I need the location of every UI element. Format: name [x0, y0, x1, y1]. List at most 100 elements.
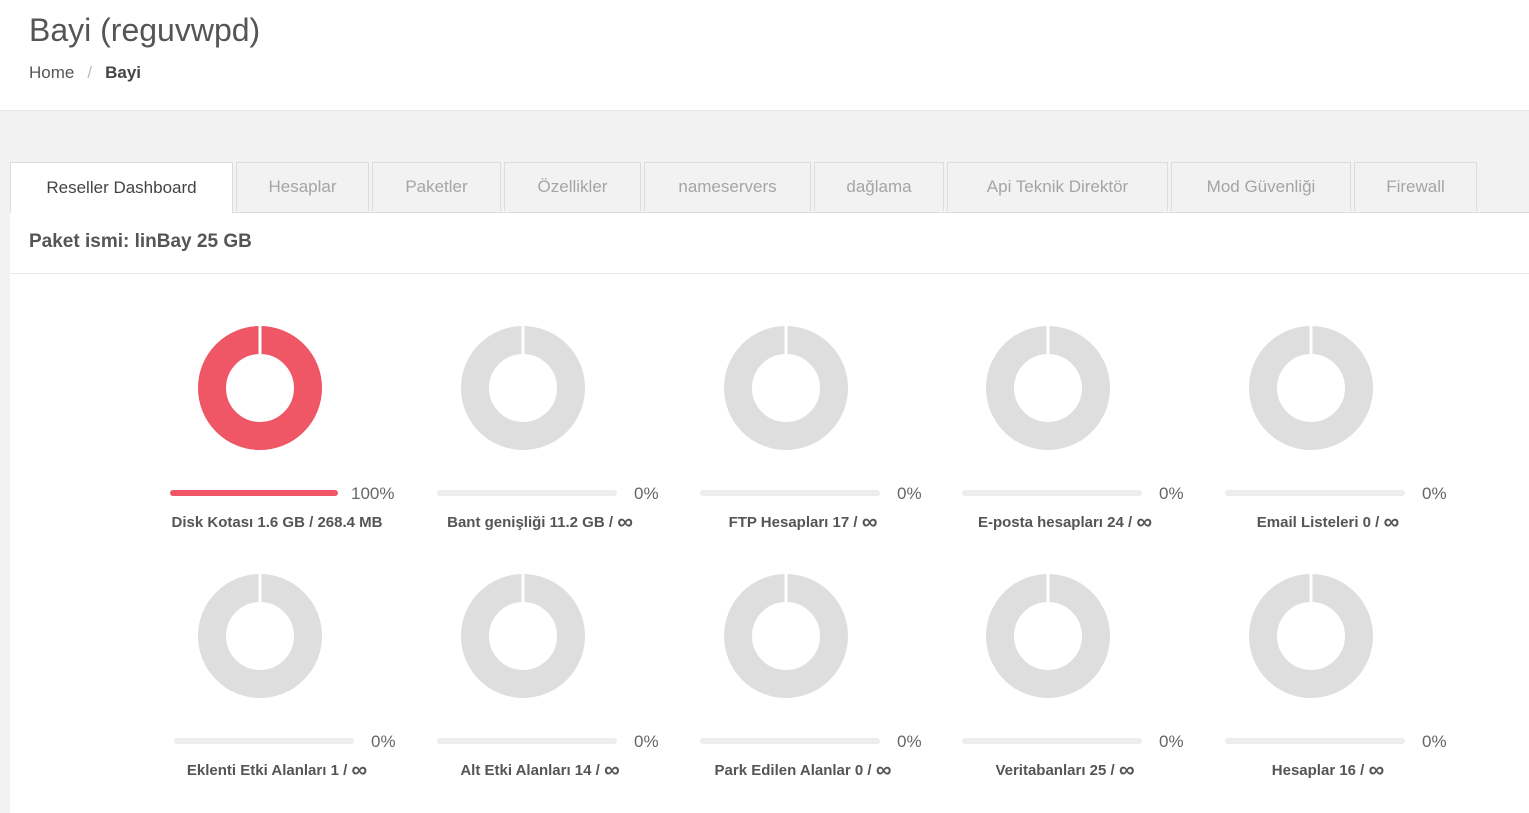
usage-stat: 0% Veritabanları 25 / ∞ — [935, 574, 1195, 804]
infinity-icon: ∞ — [1118, 757, 1135, 782]
usage-label: Park Edilen Alanlar 0 / ∞ — [714, 757, 892, 782]
usage-stat: 0% Eklenti Etki Alanları 1 / ∞ — [147, 574, 407, 804]
usage-label: Eklenti Etki Alanları 1 / ∞ — [186, 757, 368, 782]
usage-label: Email Listeleri 0 / ∞ — [1256, 509, 1400, 534]
usage-label-value: 0 — [854, 762, 864, 779]
breadcrumb: Home / Bayi — [29, 63, 141, 83]
infinity-icon: ∞ — [1383, 509, 1400, 534]
usage-stat: 100% Disk Kotası 1.6 GB / 268.4 MB — [147, 326, 407, 556]
package-name: Paket ismi: linBay 25 GB — [29, 231, 252, 252]
usage-label: FTP Hesapları 17 / ∞ — [728, 509, 878, 534]
usage-progress-bar — [700, 490, 880, 496]
infinity-icon: ∞ — [617, 509, 633, 534]
usage-progress-bar — [700, 738, 880, 744]
breadcrumb-home-link[interactable]: Home — [29, 63, 74, 83]
usage-label-value: 16 — [1339, 762, 1357, 779]
usage-percent: 0% — [371, 732, 396, 751]
usage-label-name: Park Edilen Alanlar — [714, 762, 851, 779]
usage-label-value: 1.6 GB — [257, 514, 305, 531]
usage-label: Hesaplar 16 / ∞ — [1271, 757, 1385, 782]
usage-percent: 0% — [634, 732, 659, 751]
infinity-icon: ∞ — [1368, 757, 1385, 782]
donut-track — [1249, 574, 1373, 698]
usage-progress-bar — [962, 738, 1142, 744]
breadcrumb-separator: / — [87, 63, 93, 82]
infinity-icon: ∞ — [1136, 509, 1153, 534]
tab-daglama[interactable]: dağlama — [814, 162, 944, 211]
page-title: Bayi (reguvwpd) — [29, 12, 261, 48]
usage-percent: 0% — [1159, 732, 1184, 751]
usage-stat: 0% Hesaplar 16 / ∞ — [1198, 574, 1458, 804]
usage-progress-bar — [962, 490, 1142, 496]
usage-label-name: Eklenti Etki Alanları — [186, 762, 327, 779]
usage-label-value: 14 — [574, 762, 592, 779]
usage-percent: 0% — [897, 732, 922, 751]
usage-donut-chart — [461, 574, 585, 698]
usage-label-limit: 268.4 MB — [317, 514, 383, 531]
usage-label-name: Bant genişliği — [447, 514, 546, 531]
usage-label-value: 11.2 GB — [549, 514, 605, 531]
usage-label: Alt Etki Alanları 14 / ∞ — [460, 757, 620, 782]
usage-percent: 0% — [897, 484, 922, 503]
usage-label-name: FTP Hesapları — [728, 514, 829, 531]
usage-progress-bar — [437, 490, 617, 496]
usage-label-value: 25 — [1089, 762, 1107, 779]
usage-percent: 100% — [351, 484, 395, 503]
usage-progress-bar — [1225, 738, 1405, 744]
usage-percent: 0% — [1422, 484, 1447, 503]
usage-label-value: 0 — [1362, 514, 1372, 531]
usage-donut-chart — [724, 574, 848, 698]
donut-track — [1249, 326, 1373, 450]
breadcrumb-current: Bayi — [105, 63, 142, 82]
usage-progress-fill — [170, 490, 338, 496]
usage-stat: 0% E-posta hesapları 24 / ∞ — [935, 326, 1195, 556]
tab-reseller-dashboard[interactable]: Reseller Dashboard — [10, 162, 233, 213]
donut-track — [986, 326, 1110, 450]
usage-stat: 0% Alt Etki Alanları 14 / ∞ — [410, 574, 670, 804]
infinity-icon: ∞ — [604, 757, 620, 782]
usage-donut-chart — [986, 574, 1110, 698]
usage-progress-bar — [437, 738, 617, 744]
usage-donut-chart — [1249, 326, 1373, 450]
donut-track — [461, 574, 585, 698]
usage-donut-chart — [198, 574, 322, 698]
usage-label-name: Disk Kotası — [171, 514, 254, 531]
divider — [10, 273, 1529, 274]
usage-label: Bant genişliği 11.2 GB / ∞ — [447, 509, 633, 534]
usage-label: Veritabanları 25 / ∞ — [995, 757, 1135, 782]
donut-track — [461, 326, 585, 450]
usage-stat: 0% Email Listeleri 0 / ∞ — [1198, 326, 1458, 556]
usage-label: Disk Kotası 1.6 GB / 268.4 MB — [171, 514, 383, 531]
dashboard-panel: Paket ismi: linBay 25 GB 100% Disk Kotası… — [10, 212, 1529, 813]
donut-track — [724, 574, 848, 698]
usage-label-name: Veritabanları — [995, 762, 1086, 779]
usage-percent: 0% — [1422, 732, 1447, 751]
usage-donut-chart — [198, 326, 322, 450]
usage-stat: 0% FTP Hesapları 17 / ∞ — [673, 326, 933, 556]
usage-label-name: E-posta hesapları — [977, 514, 1103, 531]
tab-api-teknik-direktor[interactable]: Api Teknik Direktör — [947, 162, 1168, 211]
infinity-icon: ∞ — [351, 757, 368, 782]
page-header: Bayi (reguvwpd) Home / Bayi — [0, 0, 1529, 111]
usage-label-value: 17 — [832, 514, 850, 531]
usage-label-value: 1 — [330, 762, 339, 779]
usage-donut-chart — [1249, 574, 1373, 698]
usage-donut-chart — [986, 326, 1110, 450]
tab-paketler[interactable]: Paketler — [372, 162, 501, 211]
usage-label-value: 24 — [1107, 514, 1124, 531]
usage-label-name: Email Listeleri — [1256, 514, 1359, 531]
usage-progress-bar — [1225, 490, 1405, 496]
tab-nameservers[interactable]: nameservers — [644, 162, 811, 211]
usage-progress-bar — [170, 490, 338, 496]
tab-hesaplar[interactable]: Hesaplar — [236, 162, 369, 211]
tab-ozellikler[interactable]: Özellikler — [504, 162, 641, 211]
donut-track — [198, 574, 322, 698]
donut-track — [724, 326, 848, 450]
infinity-icon: ∞ — [875, 757, 892, 782]
usage-progress-bar — [174, 738, 354, 744]
tab-firewall[interactable]: Firewall — [1354, 162, 1477, 211]
usage-donut-chart — [461, 326, 585, 450]
tab-bar: Reseller Dashboard Hesaplar Paketler Öze… — [10, 162, 1480, 213]
tab-mod-guvenligi[interactable]: Mod Güvenliği — [1171, 162, 1351, 211]
usage-stat: 0% Park Edilen Alanlar 0 / ∞ — [673, 574, 933, 804]
